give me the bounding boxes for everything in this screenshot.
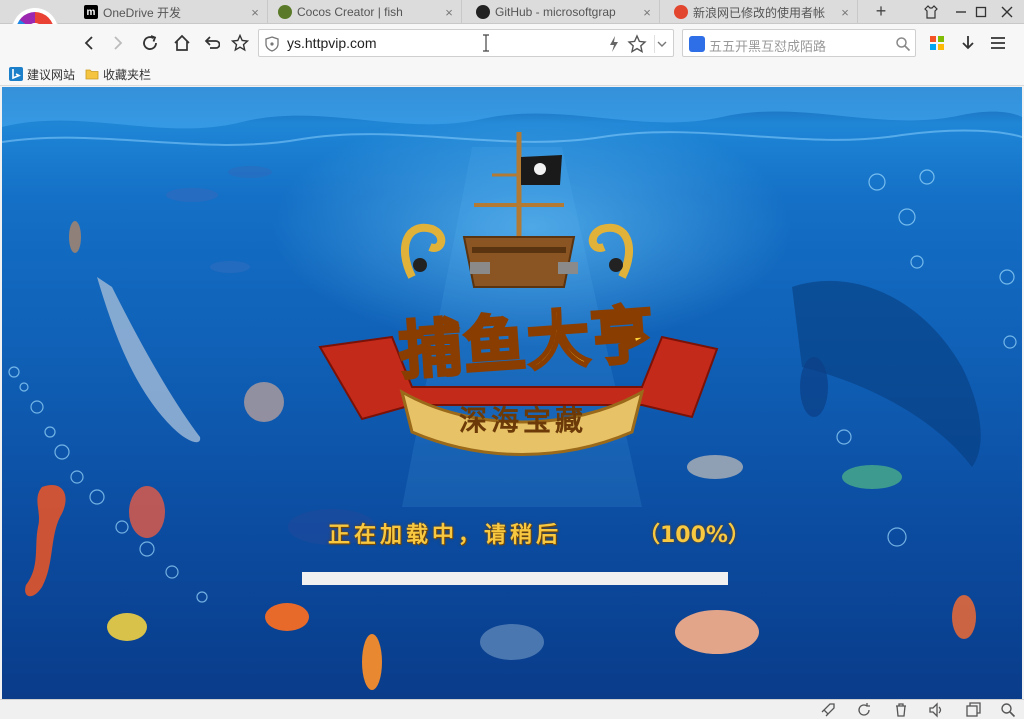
apps-button[interactable] xyxy=(925,31,949,55)
loading-progress-fill xyxy=(302,572,728,585)
fish-silhouette xyxy=(800,357,828,417)
clownfish xyxy=(362,634,382,690)
address-dropdown[interactable] xyxy=(654,35,668,53)
trash-icon[interactable] xyxy=(893,702,909,718)
shield-icon xyxy=(265,36,279,52)
loading-percent: （100%） xyxy=(638,523,750,548)
speaker-icon[interactable] xyxy=(928,702,944,718)
close-icon[interactable]: × xyxy=(641,5,653,20)
tab-title: Cocos Creator | fish xyxy=(297,5,403,19)
sync-icon[interactable] xyxy=(856,702,872,718)
close-window-button[interactable] xyxy=(990,0,1024,24)
fish xyxy=(480,624,544,660)
onedrive-m-icon: m xyxy=(84,5,98,19)
tab-strip: m OneDrive 开发 × Cocos Creator | fish × G… xyxy=(0,0,1024,24)
github-icon xyxy=(476,5,490,19)
tab-cocos[interactable]: Cocos Creator | fish × xyxy=(272,0,462,24)
fish xyxy=(166,188,218,202)
shark-fish xyxy=(97,277,201,443)
search-box[interactable]: 五五开黑互怼成陌路 xyxy=(682,29,916,57)
bookmark-label: 建议网站 xyxy=(27,67,76,82)
windows-apps-icon xyxy=(930,36,944,50)
baidu-paw-icon xyxy=(689,36,705,52)
back-button[interactable] xyxy=(77,31,101,55)
bookmark-label: 收藏夹栏 xyxy=(103,67,152,82)
home-button[interactable] xyxy=(170,31,194,55)
fish xyxy=(842,465,902,489)
forward-button[interactable] xyxy=(106,31,130,55)
wave-line xyxy=(2,129,1022,146)
folder-icon xyxy=(85,69,99,80)
cocos-icon xyxy=(278,5,292,19)
navigation-toolbar: ys.httpvip.com 五五开黑互怼成陌路 xyxy=(0,24,1024,62)
close-icon[interactable]: × xyxy=(249,5,261,20)
fish xyxy=(228,166,272,178)
clownfish xyxy=(952,595,976,639)
clownfish xyxy=(265,603,309,631)
zoom-icon[interactable] xyxy=(1000,702,1016,718)
star-icon xyxy=(231,34,249,52)
bookmarks-bar: 建议网站 收藏夹栏 xyxy=(0,62,1024,86)
shirt-skin-icon[interactable] xyxy=(914,0,948,24)
seahorse xyxy=(25,485,66,597)
status-bar xyxy=(0,699,1024,719)
loading-text: 正在加载中，请稍后 xyxy=(328,523,563,548)
game-subtitle: 深海宝藏 xyxy=(458,404,587,437)
reload-button[interactable] xyxy=(138,31,162,55)
hamburger-menu-icon xyxy=(991,37,1005,49)
menu-button[interactable] xyxy=(986,31,1010,55)
search-input[interactable]: 五五开黑互怼成陌路 xyxy=(709,36,826,55)
lightning-icon[interactable] xyxy=(607,35,621,53)
weibo-icon xyxy=(674,5,688,19)
favorite-button[interactable] xyxy=(228,31,252,55)
bookmark-favorites-bar[interactable]: 收藏夹栏 xyxy=(85,65,151,83)
tab-title: GitHub - microsoftgrap xyxy=(495,5,616,19)
reload-icon xyxy=(143,35,157,50)
bookmark-star-icon[interactable] xyxy=(627,34,647,54)
window-restore-icon[interactable] xyxy=(965,702,981,718)
url-text[interactable]: ys.httpvip.com xyxy=(287,35,376,51)
tab-github[interactable]: GitHub - microsoftgrap × xyxy=(470,0,660,24)
address-bar[interactable]: ys.httpvip.com xyxy=(258,29,674,57)
lionfish xyxy=(244,382,284,422)
underwater-scene xyxy=(2,87,1022,690)
fish xyxy=(129,486,165,538)
fish xyxy=(687,455,743,479)
back-arrow-icon xyxy=(84,36,93,50)
new-tab-button[interactable]: + xyxy=(870,1,892,23)
download-arrow-icon xyxy=(962,36,974,50)
undo-close-button[interactable] xyxy=(199,31,223,55)
download-button[interactable] xyxy=(956,31,980,55)
close-icon[interactable]: × xyxy=(839,5,851,20)
yellow-fish xyxy=(107,613,147,641)
tab-title: 新浪网已修改的使用者帐 xyxy=(693,5,826,20)
fish xyxy=(210,261,250,273)
bing-icon xyxy=(9,67,23,81)
tab-onedrive[interactable]: m OneDrive 开发 × xyxy=(78,0,268,24)
water-surface xyxy=(2,87,1022,129)
red-snapper-fish xyxy=(675,610,759,654)
undo-icon xyxy=(204,36,220,49)
forward-arrow-icon xyxy=(114,36,123,50)
loading-progress-bar xyxy=(302,572,728,585)
skull-icon xyxy=(534,163,546,175)
home-icon xyxy=(174,34,190,51)
search-icon[interactable] xyxy=(895,36,911,52)
chevron-down-icon xyxy=(657,41,667,47)
text-cursor-icon xyxy=(483,34,489,52)
tab-title: OneDrive 开发 xyxy=(103,5,182,20)
bookmark-suggested-sites[interactable]: 建议网站 xyxy=(9,65,75,83)
rocket-icon[interactable] xyxy=(820,702,836,718)
tab-weibo[interactable]: 新浪网已修改的使用者帐 × xyxy=(668,0,858,24)
fish xyxy=(69,221,81,253)
close-icon[interactable]: × xyxy=(443,5,455,20)
game-canvas[interactable]: 捕鱼大亨 深海宝藏 正在加载中，请稍后 （100%） xyxy=(2,87,1022,699)
